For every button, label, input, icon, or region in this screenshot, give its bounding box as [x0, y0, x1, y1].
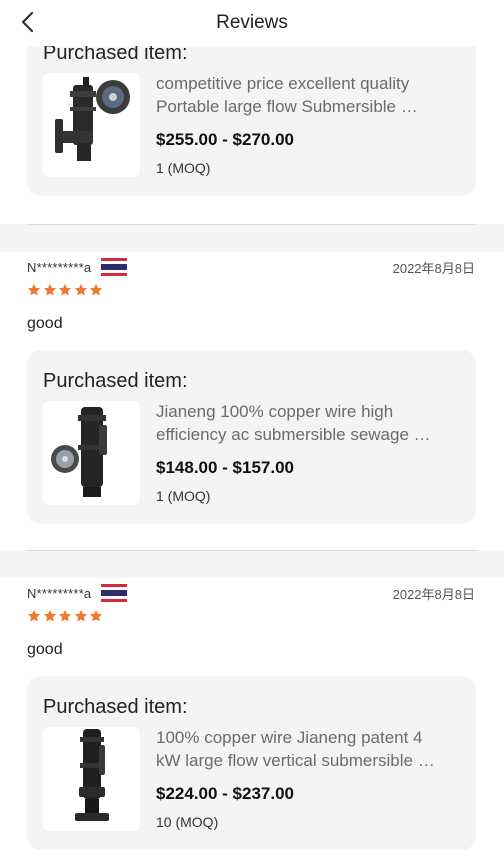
review-text: good [27, 641, 63, 658]
thailand-flag-icon [101, 258, 128, 276]
review-entry: Purchased item: competitive price excell… [0, 46, 504, 224]
vertical-pump-image [75, 729, 109, 821]
page-title: Reviews [216, 12, 288, 33]
review-entry: N*********a 2022年8月8日 good Purchased ite… [0, 252, 504, 550]
product-moq: 1 (MOQ) [156, 488, 211, 504]
star-icon [74, 609, 87, 622]
purchased-item-card[interactable]: Purchased item: competitive price excell… [27, 46, 476, 196]
review-date: 2022年8月8日 [392, 586, 475, 602]
star-icon [43, 609, 56, 622]
star-rating [27, 609, 103, 625]
purchased-item-heading: Purchased item: [43, 46, 188, 64]
star-icon [43, 283, 56, 296]
purchased-item-heading: Purchased item: [43, 696, 188, 718]
star-icon [58, 283, 72, 296]
sewage-pump-image [51, 407, 107, 497]
divider [27, 550, 476, 551]
star-icon [27, 609, 41, 622]
star-rating [27, 283, 103, 299]
reviews-list[interactable]: Purchased item: competitive price excell… [0, 46, 504, 866]
star-icon [58, 609, 72, 622]
product-title[interactable]: Jianeng 100% copper wire high efficiency… [156, 400, 458, 446]
back-button[interactable] [14, 9, 40, 35]
product-thumbnail[interactable] [43, 401, 140, 505]
top-bar: Reviews [0, 0, 504, 46]
product-moq: 1 (MOQ) [156, 160, 211, 176]
product-price: $224.00 - $237.00 [156, 784, 295, 803]
purchased-item-card[interactable]: Purchased item: 100% copper wire Jianeng… [27, 676, 476, 850]
star-icon [27, 283, 41, 296]
review-text: good [27, 315, 63, 332]
review-entry: N*********a 2022年8月8日 good Purchased ite… [0, 578, 504, 866]
review-date: 2022年8月8日 [392, 260, 475, 276]
submersible-pump-image [55, 77, 130, 161]
product-title[interactable]: 100% copper wire Jianeng patent 4 kW lar… [156, 726, 458, 772]
thailand-flag-icon [101, 584, 128, 602]
star-icon [74, 283, 87, 296]
chevron-left-icon [21, 11, 34, 33]
divider [27, 224, 476, 225]
star-icon [89, 609, 103, 622]
purchased-item-heading: Purchased item: [43, 370, 188, 392]
purchased-item-card[interactable]: Purchased item: Jianeng 100% copper wire… [27, 350, 476, 524]
star-icon [89, 283, 103, 296]
product-title[interactable]: competitive price excellent quality Port… [156, 72, 458, 118]
product-thumbnail[interactable] [43, 73, 140, 177]
product-price: $148.00 - $157.00 [156, 458, 295, 477]
product-thumbnail[interactable] [43, 727, 140, 831]
product-price: $255.00 - $270.00 [156, 130, 295, 149]
reviewer-name: N*********a [27, 585, 92, 601]
reviewer-name: N*********a [27, 259, 92, 275]
product-moq: 10 (MOQ) [156, 814, 219, 830]
